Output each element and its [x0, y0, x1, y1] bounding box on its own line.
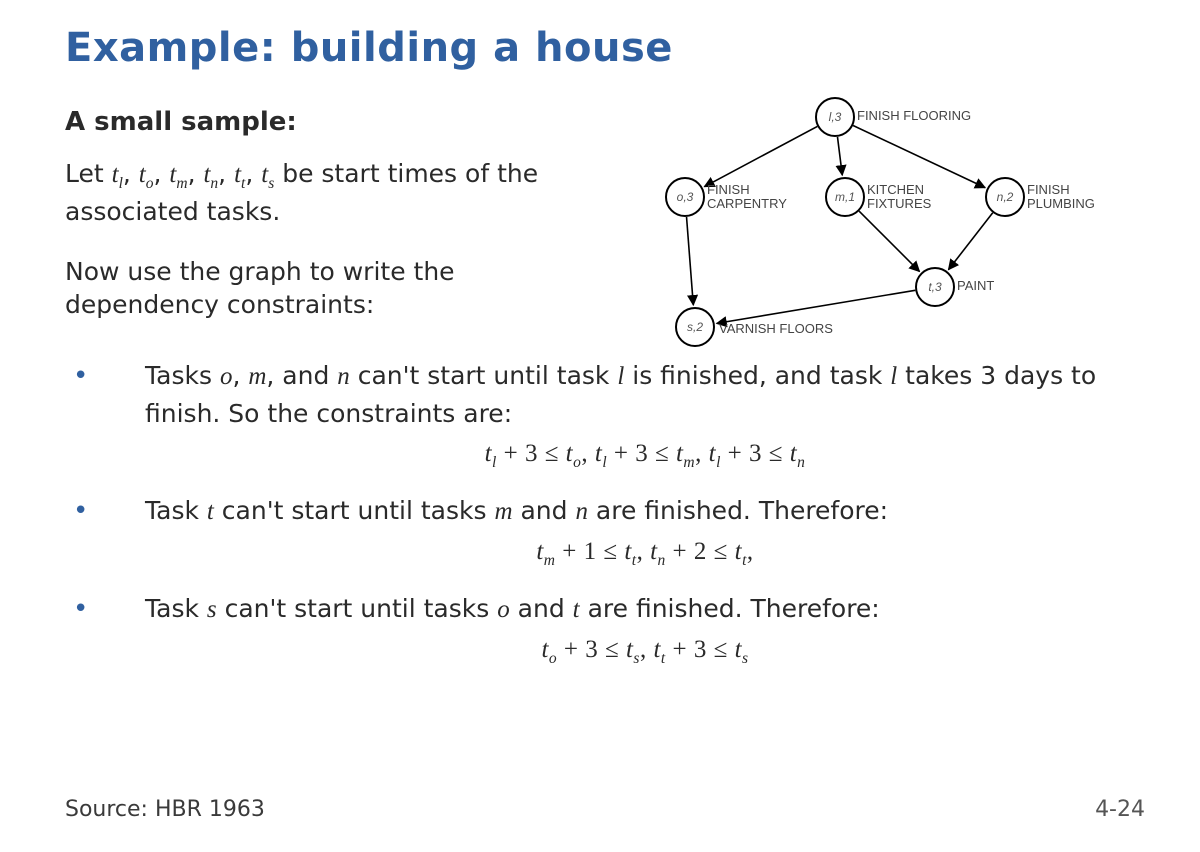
- bullet-text: Task t can't start until tasks m and n a…: [145, 496, 888, 525]
- slide: Example: building a house A small sample…: [65, 25, 1145, 822]
- node-n: n,2: [985, 177, 1025, 217]
- edge-o-s: [687, 217, 694, 305]
- source-text: Source: HBR 1963: [65, 797, 265, 822]
- right-column: l,3FINISH FLOORINGo,3FINISHCARPENTRYm,1K…: [595, 107, 1145, 348]
- bullet-text: Task s can't start until tasks o and t a…: [145, 594, 880, 623]
- bullet-equation: tl + 3 ≤ to, tl + 3 ≤ tm, tl + 3 ≤ tn: [145, 436, 1145, 474]
- node-m: m,1: [825, 177, 865, 217]
- bullet-text: Tasks o, m, and n can't start until task…: [145, 361, 1096, 428]
- bullet-2: Task t can't start until tasks m and n a…: [65, 493, 1145, 573]
- paragraph-2: Now use the graph to write the dependenc…: [65, 255, 565, 323]
- two-column: A small sample: Let tl, to, tm, tn, tt, …: [65, 107, 1145, 348]
- node-label-l: FINISH FLOORING: [857, 109, 971, 123]
- bullet-equation: to + 3 ≤ ts, tt + 3 ≤ ts: [145, 632, 1145, 670]
- slide-number: 4-24: [1095, 797, 1145, 822]
- paragraph-1: Let tl, to, tm, tn, tt, ts be start time…: [65, 157, 565, 229]
- node-l: l,3: [815, 97, 855, 137]
- edge-l-m: [837, 137, 842, 175]
- subhead: A small sample:: [65, 107, 565, 137]
- node-t: t,3: [915, 267, 955, 307]
- slide-footer: Source: HBR 1963 4-24: [65, 797, 1145, 822]
- node-label-o: FINISHCARPENTRY: [707, 183, 787, 212]
- slide-title: Example: building a house: [65, 25, 1145, 71]
- node-label-t: PAINT: [957, 279, 994, 293]
- left-column: A small sample: Let tl, to, tm, tn, tt, …: [65, 107, 565, 348]
- dependency-graph: l,3FINISH FLOORING o,3FINISHCARPENTRY m,1K…: [595, 97, 1135, 357]
- edge-n-t: [949, 213, 993, 270]
- bullet-list: Tasks o, m, and n can't start until task…: [65, 358, 1145, 671]
- bullet-1: Tasks o, m, and n can't start until task…: [65, 358, 1145, 474]
- bullet-equation: tm + 1 ≤ tt, tn + 2 ≤ tt,: [145, 534, 1145, 572]
- edge-m-t: [859, 211, 919, 271]
- edge-t-s: [717, 290, 916, 323]
- edge-l-o: [704, 126, 817, 186]
- edge-l-n: [853, 126, 985, 188]
- node-label-m: KITCHENFIXTURES: [867, 183, 931, 212]
- node-s: s,2: [675, 307, 715, 347]
- node-o: o,3: [665, 177, 705, 217]
- node-label-n: FINISHPLUMBING: [1027, 183, 1095, 212]
- bullet-3: Task s can't start until tasks o and t a…: [65, 591, 1145, 671]
- node-label-s: VARNISH FLOORS: [719, 322, 833, 336]
